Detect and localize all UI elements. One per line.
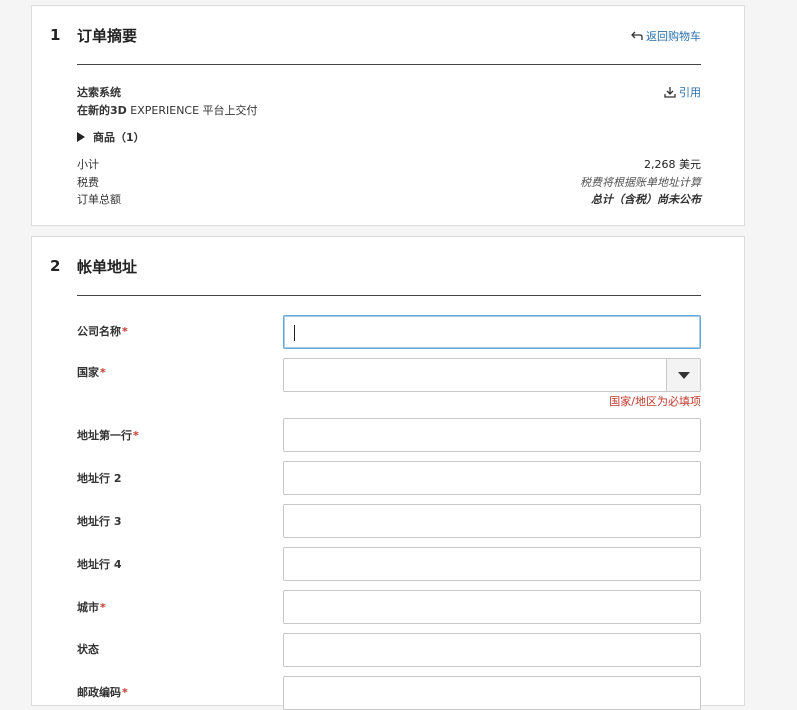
quote-label: 引用: [679, 86, 701, 99]
required-mark: *: [100, 366, 106, 379]
country-dropdown-button[interactable]: [666, 359, 700, 391]
required-mark: *: [100, 601, 106, 614]
postal-label-text: 邮政编码: [77, 686, 121, 699]
order-summary-panel: 1 订单摘要 返回购物车 达索系统 在新的3D EXPERIENCE 平台上交付…: [31, 5, 745, 226]
divider: [77, 64, 701, 65]
delivery-info: 在新的3D EXPERIENCE 平台上交付: [77, 102, 258, 118]
address2-input[interactable]: [283, 461, 701, 495]
postal-input[interactable]: [283, 676, 701, 710]
country-select[interactable]: [283, 358, 701, 392]
subtotal-label: 小计: [77, 158, 99, 171]
address1-input[interactable]: [283, 418, 701, 452]
download-icon: [664, 87, 676, 98]
tax-label: 税费: [77, 176, 99, 189]
city-label: 城市*: [77, 599, 106, 615]
subtotal-value: 2,268 美元: [644, 158, 701, 171]
section-title: 帐单地址: [77, 258, 138, 276]
required-mark: *: [122, 686, 128, 699]
company-label-text: 公司名称: [77, 325, 121, 338]
postal-label: 邮政编码*: [77, 684, 128, 700]
return-arrow-icon: [631, 31, 643, 40]
items-toggle-label: 商品（1）: [93, 131, 145, 144]
address3-label: 地址行 3: [77, 515, 122, 528]
chevron-down-icon: [677, 371, 690, 379]
total-value: 总计（含税）尚未公布: [591, 193, 701, 206]
address1-label: 地址第一行*: [77, 427, 139, 443]
divider: [77, 295, 701, 296]
company-label: 公司名称*: [77, 323, 128, 339]
quote-link[interactable]: 引用: [664, 84, 701, 100]
company-input[interactable]: [283, 315, 701, 349]
city-input[interactable]: [283, 590, 701, 624]
text-caret: [294, 325, 295, 341]
triangle-right-icon: [77, 132, 85, 142]
required-mark: *: [122, 325, 128, 338]
section-title: 订单摘要: [77, 27, 138, 45]
address2-label: 地址行 2: [77, 472, 122, 485]
state-input[interactable]: [283, 633, 701, 667]
address4-label: 地址行 4: [77, 558, 122, 571]
required-mark: *: [133, 429, 139, 442]
tax-value: 税费将根据账单地址计算: [580, 176, 701, 189]
delivery-prefix: 在新的3D: [77, 104, 127, 117]
address4-input[interactable]: [283, 547, 701, 581]
total-label: 订单总额: [77, 193, 121, 206]
billing-address-panel: 2 帐单地址 公司名称* 国家* 国家/地区为必填项 地址第一行* 地址行 2 …: [31, 236, 745, 710]
back-to-cart-link[interactable]: 返回购物车: [631, 28, 701, 44]
country-label: 国家*: [77, 364, 106, 380]
delivery-suffix: EXPERIENCE 平台上交付: [126, 104, 258, 117]
address3-input[interactable]: [283, 504, 701, 538]
address1-label-text: 地址第一行: [77, 429, 132, 442]
step-number: 2: [50, 257, 61, 275]
vendor-name: 达索系统: [77, 86, 121, 99]
city-label-text: 城市: [77, 601, 99, 614]
step-number: 1: [50, 26, 61, 44]
country-error: 国家/地区为必填项: [609, 395, 701, 408]
country-label-text: 国家: [77, 366, 99, 379]
state-label: 状态: [77, 643, 99, 656]
back-to-cart-label: 返回购物车: [646, 30, 701, 43]
items-toggle[interactable]: 商品（1）: [77, 129, 145, 145]
